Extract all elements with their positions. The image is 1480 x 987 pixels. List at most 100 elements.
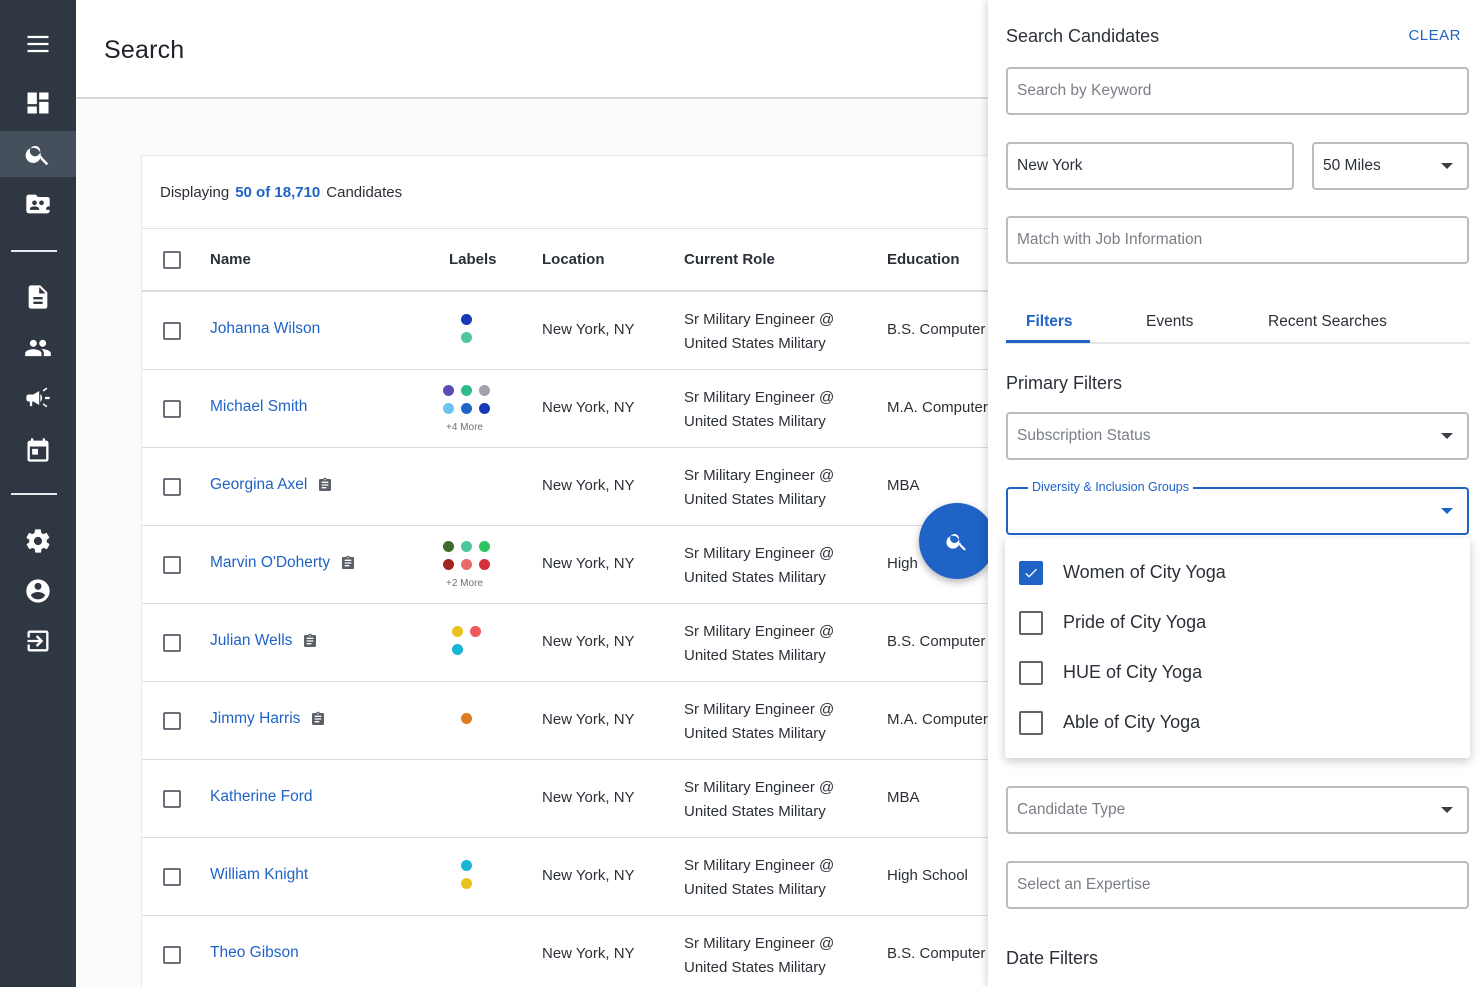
candidate-name-link[interactable]: Marvin O'Doherty: [210, 554, 356, 572]
document-icon[interactable]: [0, 274, 76, 320]
column-header-current-role[interactable]: Current Role: [684, 251, 775, 268]
label-dot[interactable]: [460, 332, 472, 343]
menu-icon[interactable]: [0, 21, 76, 67]
label-dot[interactable]: [460, 541, 472, 552]
label-dot[interactable]: [451, 626, 463, 637]
table-row[interactable]: William Knight New York, NY Sr Military En…: [142, 838, 1002, 916]
label-dot[interactable]: [442, 541, 454, 552]
candidate-name-link[interactable]: Johanna Wilson: [210, 320, 320, 338]
candidate-name[interactable]: Katherine Ford: [210, 788, 313, 806]
search-icon[interactable]: [0, 131, 76, 177]
candidate-name-link[interactable]: Jimmy Harris: [210, 710, 326, 728]
clipboard-icon[interactable]: [340, 554, 356, 572]
table-row[interactable]: Katherine Ford New York, NY Sr Military En…: [142, 760, 1002, 838]
label-dot[interactable]: [478, 559, 490, 570]
label-dot[interactable]: [478, 403, 490, 414]
label-dot[interactable]: [460, 878, 472, 889]
candidate-name-link[interactable]: Julian Wells: [210, 632, 318, 650]
keyword-search-input[interactable]: Search by Keyword: [1006, 67, 1469, 115]
folder-people-icon[interactable]: [0, 181, 76, 227]
label-dot[interactable]: [460, 713, 472, 724]
candidate-name[interactable]: Michael Smith: [210, 398, 307, 416]
label-dot[interactable]: [460, 403, 472, 414]
row-checkbox[interactable]: [163, 868, 181, 886]
candidate-name-link[interactable]: Katherine Ford: [210, 788, 313, 806]
candidate-name-link[interactable]: William Knight: [210, 866, 308, 884]
clipboard-icon[interactable]: [317, 476, 333, 494]
candidate-name[interactable]: Marvin O'Doherty: [210, 554, 330, 572]
more-labels-text[interactable]: +4 More: [446, 422, 483, 433]
row-checkbox[interactable]: [163, 790, 181, 808]
diversity-option[interactable]: HUE of City Yoga: [1005, 648, 1470, 698]
checkbox[interactable]: [1019, 611, 1043, 635]
label-dot[interactable]: [460, 385, 472, 396]
table-row[interactable]: Theo Gibson New York, NY Sr Military Engin…: [142, 916, 1002, 987]
row-checkbox[interactable]: [163, 712, 181, 730]
column-header-location[interactable]: Location: [542, 251, 605, 268]
tab-events[interactable]: Events: [1146, 313, 1193, 331]
label-dot[interactable]: [460, 860, 472, 871]
candidate-name[interactable]: Georgina Axel: [210, 476, 307, 494]
people-icon[interactable]: [0, 325, 76, 371]
checkbox-checked[interactable]: [1019, 561, 1043, 585]
label-dot[interactable]: [442, 403, 454, 414]
more-labels-text[interactable]: +2 More: [446, 578, 483, 589]
dashboard-icon[interactable]: [0, 80, 76, 126]
label-dot[interactable]: [478, 541, 490, 552]
candidate-name[interactable]: Julian Wells: [210, 632, 292, 650]
candidate-name[interactable]: Johanna Wilson: [210, 320, 320, 338]
column-header-education[interactable]: Education: [887, 251, 960, 268]
select-all-checkbox[interactable]: [163, 251, 181, 269]
column-header-labels[interactable]: Labels: [449, 251, 497, 268]
gear-icon[interactable]: [0, 518, 76, 564]
tab-filters[interactable]: Filters: [1026, 313, 1073, 331]
label-dot[interactable]: [478, 385, 490, 396]
location-input[interactable]: New York: [1006, 142, 1294, 190]
row-checkbox[interactable]: [163, 400, 181, 418]
label-dot[interactable]: [451, 644, 463, 655]
label-dot[interactable]: [442, 385, 454, 396]
row-checkbox[interactable]: [163, 556, 181, 574]
table-row[interactable]: Jimmy Harris New York, NY Sr Military Engi…: [142, 682, 1002, 760]
label-dot[interactable]: [469, 626, 481, 637]
megaphone-icon[interactable]: [0, 375, 76, 421]
match-job-input[interactable]: Match with Job Information: [1006, 216, 1469, 264]
radius-select[interactable]: 50 Miles: [1312, 142, 1469, 190]
candidate-type-select[interactable]: Candidate Type: [1006, 786, 1469, 834]
row-checkbox[interactable]: [163, 946, 181, 964]
clipboard-icon[interactable]: [302, 632, 318, 650]
clipboard-icon[interactable]: [310, 710, 326, 728]
checkbox[interactable]: [1019, 711, 1043, 735]
diversity-option[interactable]: Women of City Yoga: [1005, 548, 1470, 598]
row-checkbox[interactable]: [163, 478, 181, 496]
row-checkbox[interactable]: [163, 634, 181, 652]
candidate-name-link[interactable]: Theo Gibson: [210, 944, 299, 962]
candidate-name[interactable]: Jimmy Harris: [210, 710, 300, 728]
table-row[interactable]: Johanna Wilson New York, NY Sr Military En…: [142, 292, 1002, 370]
table-row[interactable]: Georgina Axel New York, NY Sr Military Eng…: [142, 448, 1002, 526]
subscription-status-select[interactable]: Subscription Status: [1006, 412, 1469, 460]
candidate-name-link[interactable]: Georgina Axel: [210, 476, 333, 494]
row-checkbox[interactable]: [163, 322, 181, 340]
label-dot[interactable]: [460, 314, 472, 325]
calendar-icon[interactable]: [0, 427, 76, 473]
expertise-select[interactable]: Select an Expertise: [1006, 861, 1469, 909]
diversity-groups-select[interactable]: Diversity & Inclusion Groups: [1006, 480, 1469, 535]
diversity-option[interactable]: Able of City Yoga: [1005, 698, 1470, 748]
clear-button[interactable]: CLEAR: [1408, 27, 1461, 44]
candidate-name-link[interactable]: Michael Smith: [210, 398, 307, 416]
table-row[interactable]: Julian Wells New York, NY Sr Military Engi…: [142, 604, 1002, 682]
table-row[interactable]: Michael Smith +4 More New York, NY Sr Milit…: [142, 370, 1002, 448]
column-header-name[interactable]: Name: [210, 251, 251, 268]
table-row[interactable]: Marvin O'Doherty +2 More New York, NY Sr Mi…: [142, 526, 1002, 604]
tab-recent-searches[interactable]: Recent Searches: [1268, 313, 1387, 331]
label-dot[interactable]: [442, 559, 454, 570]
label-dot[interactable]: [460, 559, 472, 570]
search-fab-button[interactable]: [919, 503, 995, 579]
account-icon[interactable]: [0, 568, 76, 614]
diversity-option[interactable]: Pride of City Yoga: [1005, 598, 1470, 648]
candidate-name[interactable]: William Knight: [210, 866, 308, 884]
checkbox[interactable]: [1019, 661, 1043, 685]
candidate-name[interactable]: Theo Gibson: [210, 944, 299, 962]
logout-icon[interactable]: [0, 618, 76, 664]
